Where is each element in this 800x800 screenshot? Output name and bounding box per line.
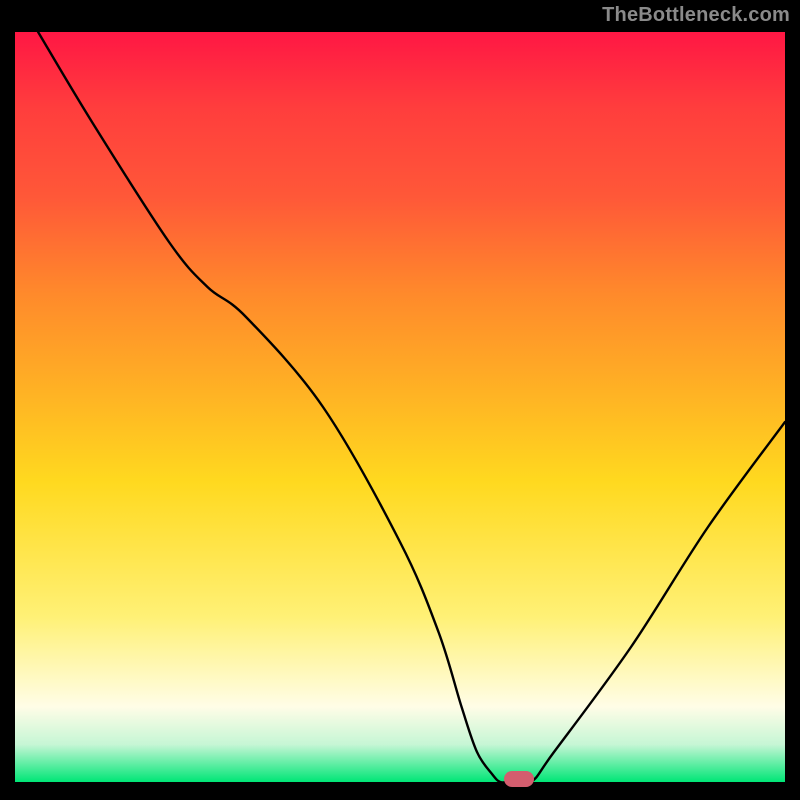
optimal-marker bbox=[504, 771, 534, 787]
bottleneck-curve bbox=[15, 32, 785, 782]
chart-frame: TheBottleneck.com bbox=[0, 0, 800, 800]
curve-path bbox=[38, 32, 785, 782]
watermark-text: TheBottleneck.com bbox=[602, 4, 790, 27]
plot-area bbox=[15, 32, 785, 782]
